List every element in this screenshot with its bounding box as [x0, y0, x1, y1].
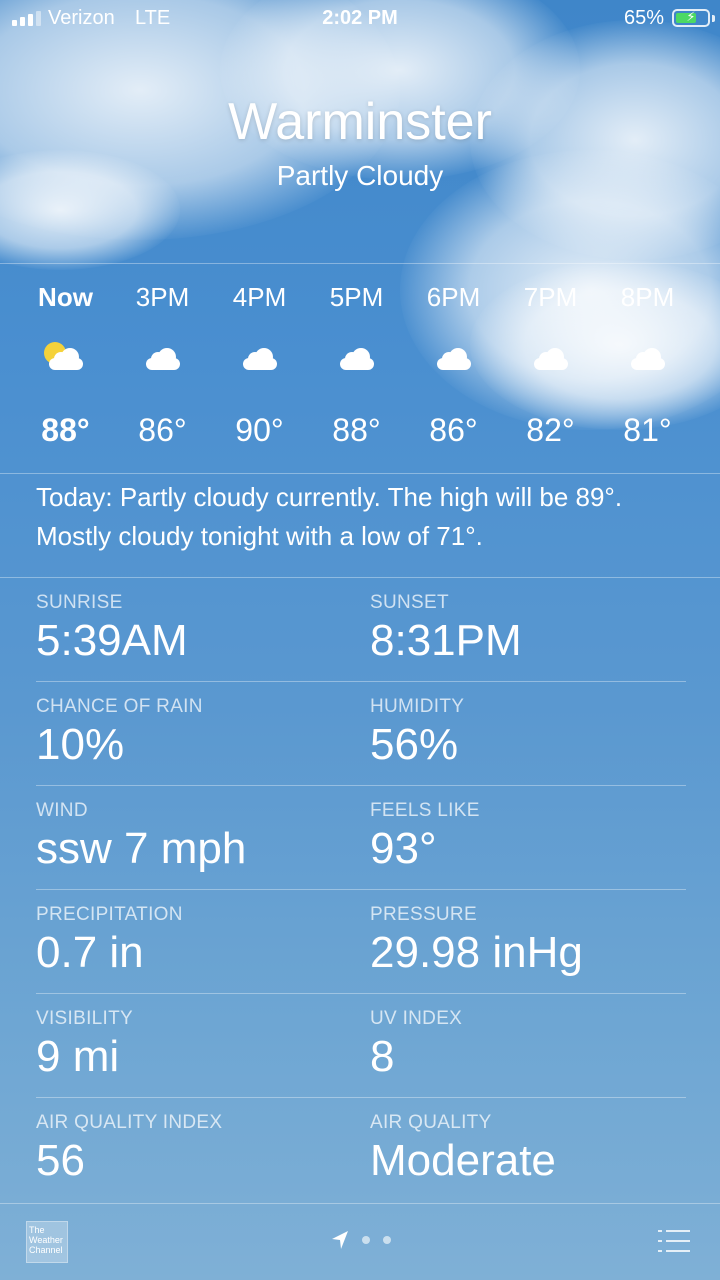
- hourly-item: 3PM 86°: [114, 264, 211, 472]
- detail-row: CHANCE OF RAIN 10% HUMIDITY 56%: [36, 682, 686, 786]
- battery-icon: ⚡: [672, 9, 710, 27]
- hour-temperature: 88°: [332, 412, 381, 448]
- cloud-icon: [599, 342, 696, 378]
- cloud-icon: [405, 342, 502, 378]
- cloud-icon: [211, 342, 308, 378]
- hour-label: 3PM: [135, 282, 190, 312]
- detail-value: 0.7 in: [36, 928, 144, 977]
- hour-temperature: 86°: [429, 412, 478, 448]
- detail-label: WIND: [36, 800, 88, 821]
- battery-percent: 65%: [623, 7, 664, 29]
- detail-label: VISIBILITY: [36, 1008, 133, 1029]
- detail-value: 5:39AM: [36, 616, 188, 665]
- cloud-icon: [502, 342, 599, 378]
- detail-label: HUMIDITY: [370, 696, 465, 717]
- detail-value: 29.98 inHg: [370, 928, 583, 977]
- hour-temperature: 81°: [623, 412, 672, 448]
- detail-value: 8: [370, 1032, 395, 1081]
- hourly-item: 4PM 90°: [211, 264, 308, 472]
- hourly-item: 7PM 82°: [502, 264, 599, 472]
- hour-label: Now: [38, 282, 93, 312]
- detail-value: 93°: [370, 824, 437, 873]
- detail-label: UV INDEX: [370, 1008, 463, 1029]
- detail-label: AIR QUALITY: [370, 1112, 492, 1133]
- detail-row: WIND ssw 7 mph FEELS LIKE 93°: [36, 786, 686, 890]
- detail-label: FEELS LIKE: [370, 800, 480, 821]
- hour-label: 5PM: [329, 282, 384, 312]
- hour-label: 7PM: [523, 282, 578, 312]
- detail-row: SUNRISE 5:39AM SUNSET 8:31PM: [36, 578, 686, 682]
- bottom-bar: The Weather Channel: [0, 1203, 720, 1280]
- page-dot: [383, 1236, 391, 1244]
- detail-value: 9 mi: [36, 1032, 120, 1081]
- hour-label: 6PM: [426, 282, 481, 312]
- weather-channel-logo[interactable]: The Weather Channel: [26, 1221, 68, 1263]
- hourly-item: 8PM 81°: [599, 264, 696, 472]
- hourly-item: 6PM 86°: [405, 264, 502, 472]
- hourly-item: Now 88°: [17, 264, 114, 472]
- page-dot: [362, 1236, 370, 1244]
- detail-value: Moderate: [370, 1136, 556, 1185]
- hour-temperature: 90°: [235, 412, 284, 448]
- location-arrow-icon: [332, 1231, 348, 1249]
- status-bar: Verizon LTE 2:02 PM 65% ⚡: [0, 0, 720, 36]
- detail-label: SUNRISE: [36, 592, 123, 613]
- detail-value: 56%: [370, 720, 459, 769]
- detail-label: PRECIPITATION: [36, 904, 183, 925]
- detail-label: CHANCE OF RAIN: [36, 696, 203, 717]
- hour-temperature: 86°: [138, 412, 187, 448]
- detail-row: VISIBILITY 9 mi UV INDEX 8: [36, 994, 686, 1098]
- partly-sunny-icon: [17, 342, 114, 378]
- detail-value: 8:31PM: [370, 616, 522, 665]
- detail-row: PRECIPITATION 0.7 in PRESSURE 29.98 inHg: [36, 890, 686, 994]
- status-time: 2:02 PM: [322, 7, 398, 29]
- battery-tip: [712, 15, 715, 22]
- divider: [0, 473, 720, 474]
- hourly-forecast[interactable]: Now 88° 3PM 86° 4PM 90° 5PM 88° 6PM 86° 7PM 82° 8PM 8…: [0, 264, 720, 472]
- detail-value: ssw 7 mph: [36, 824, 247, 873]
- hour-label: 8PM: [620, 282, 675, 312]
- hourly-item: 5PM 88°: [308, 264, 405, 472]
- city-name: Warminster: [228, 93, 492, 151]
- hour-temperature: 82°: [526, 412, 575, 448]
- current-condition: Partly Cloudy: [276, 160, 444, 191]
- hour-temperature: 88°: [41, 412, 90, 448]
- cloud-icon: [114, 342, 211, 378]
- daily-summary: Today: Partly cloudy currently. The high…: [36, 482, 623, 551]
- detail-label: AIR QUALITY INDEX: [36, 1112, 223, 1133]
- hour-label: 4PM: [232, 282, 287, 312]
- detail-value: 10%: [36, 720, 125, 769]
- list-icon[interactable]: [658, 1228, 690, 1254]
- detail-row: AIR QUALITY INDEX 56 AIR QUALITY Moderate: [36, 1098, 686, 1202]
- detail-label: SUNSET: [370, 592, 449, 613]
- cloud-icon: [308, 342, 405, 378]
- detail-value: 56: [36, 1136, 85, 1185]
- detail-label: PRESSURE: [370, 904, 477, 925]
